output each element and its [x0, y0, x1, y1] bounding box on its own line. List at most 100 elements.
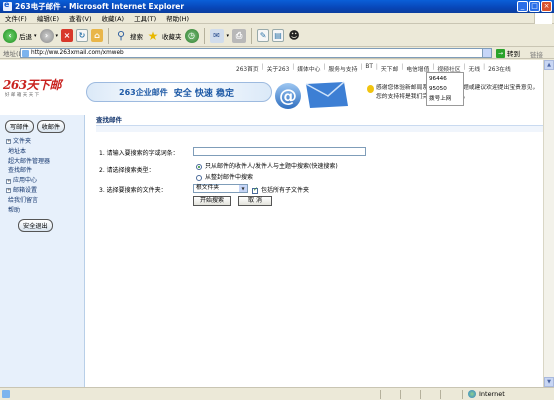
menu-favorites[interactable]: 收藏(A): [97, 13, 130, 23]
home-button[interactable]: ⌂: [91, 29, 104, 42]
sidebar-item-help[interactable]: 帮助: [6, 206, 84, 216]
include-subfolders-label: 包括所有子文件夹: [261, 187, 310, 194]
option-quick-search[interactable]: 只从邮件的收件人/发件人与主题中搜索(快速搜索): [196, 161, 338, 170]
compose-button[interactable]: 写邮件: [5, 120, 34, 133]
option-full-search-label: 从整封邮件中搜索: [205, 174, 254, 181]
popup-item[interactable]: 96446: [429, 74, 461, 84]
expand-icon[interactable]: +: [6, 188, 11, 194]
scroll-up-icon[interactable]: ▲: [544, 60, 554, 70]
forward-button[interactable]: › ▾: [39, 28, 59, 43]
back-dropdown-icon[interactable]: ▾: [34, 33, 37, 39]
minimize-button[interactable]: _: [517, 1, 528, 12]
toolbar-separator: [203, 27, 205, 44]
window-titlebar: 263电子邮件 - Microsoft Internet Explorer _ …: [0, 0, 554, 13]
sidebar-item-folders[interactable]: + 文件夹: [6, 137, 84, 147]
address-dropdown-icon[interactable]: [482, 49, 491, 57]
include-subfolders[interactable]: 包括所有子文件夹: [252, 185, 309, 194]
refresh-button[interactable]: ↻: [76, 29, 89, 42]
toplink-about[interactable]: 关于263: [267, 64, 290, 73]
toplink-online[interactable]: 263在线: [488, 64, 511, 73]
toplink-bt[interactable]: BT: [365, 64, 373, 73]
divider: |: [323, 64, 326, 70]
sidebar-item-apps[interactable]: + 应用中心: [6, 176, 84, 186]
favorites-button[interactable]: ★ 收藏夹: [146, 29, 182, 43]
print-button[interactable]: ⎙: [232, 28, 247, 43]
vertical-scrollbar[interactable]: ▲ ▼: [543, 60, 554, 387]
back-button[interactable]: ‹ 后退 ▾: [3, 28, 37, 43]
edit-button[interactable]: ✎: [257, 29, 270, 42]
popup-item[interactable]: 拨号上网: [429, 94, 461, 104]
lightbulb-icon: [367, 85, 374, 93]
toplink-support[interactable]: 服务与支持: [328, 64, 357, 73]
divider: |: [375, 64, 378, 70]
folder-select[interactable]: 根文件夹 ▼: [193, 184, 248, 193]
telecom-popup-menu: 96446 95050 拨号上网: [426, 72, 464, 106]
window-controls: _ □ ×: [517, 1, 552, 12]
radio-quick-search[interactable]: [196, 163, 202, 170]
forward-arrow-icon: ›: [39, 28, 54, 43]
scroll-down-icon[interactable]: ▼: [544, 377, 554, 387]
search-label: 搜索: [130, 32, 144, 41]
popup-item[interactable]: 95050: [429, 84, 461, 94]
toolbar-separator: [108, 27, 110, 44]
discuss-button[interactable]: ▤: [272, 29, 285, 42]
address-url: http://ww.263xmail.com/xmweb: [31, 50, 124, 56]
start-search-button[interactable]: 开始搜索: [193, 196, 231, 206]
history-button[interactable]: ◷: [184, 28, 199, 43]
links-button[interactable]: 链接: [530, 49, 543, 59]
logo[interactable]: 263天下邮 好 邮 箱 天 天 下: [3, 76, 77, 100]
mail-button[interactable]: ✉: [209, 28, 224, 43]
sidebar-item-label: 邮箱设置: [13, 186, 38, 194]
maximize-button[interactable]: □: [529, 1, 540, 12]
folder-label: 3. 选择要搜索的文件夹：: [99, 187, 167, 194]
product-name: 263企业邮件: [119, 87, 168, 97]
go-button[interactable]: → 转到: [496, 48, 520, 58]
sidebar-item-label: 查找邮件: [8, 167, 33, 175]
qq-icon[interactable]: ☻: [287, 29, 301, 43]
keyword-input[interactable]: [193, 147, 366, 156]
include-subfolders-checkbox[interactable]: [252, 186, 258, 194]
zone-label: Internet: [479, 390, 505, 398]
menu-edit[interactable]: 编辑(E): [32, 13, 64, 23]
slogan: 安全 快速 稳定: [173, 88, 234, 99]
sidebar-item-label: 给我们留言: [8, 196, 39, 204]
sidebar-item-addressbook[interactable]: 地址本: [6, 147, 84, 157]
sidebar-item-label: 应用中心: [13, 177, 38, 185]
option-quick-search-label: 只从邮件的收件人/发件人与主题中搜索(快速搜索): [205, 163, 338, 170]
radio-full-search[interactable]: [196, 174, 202, 181]
menu-view[interactable]: 查看(V): [64, 13, 97, 23]
toolbar-separator: [251, 27, 253, 44]
expand-icon[interactable]: +: [6, 178, 11, 184]
window-title: 263电子邮件 - Microsoft Internet Explorer: [15, 2, 185, 11]
toplink-media[interactable]: 媒体中心: [297, 64, 320, 73]
mail-dropdown-icon[interactable]: ▾: [227, 33, 230, 39]
heading-band: [96, 126, 543, 132]
sidebar-item-feedback[interactable]: 给我们留言: [6, 196, 84, 206]
search-button[interactable]: ⚲ 搜索: [114, 29, 143, 43]
folder-select-value: 根文件夹: [196, 185, 220, 191]
expand-icon[interactable]: +: [6, 139, 11, 145]
menu-tools[interactable]: 工具(T): [129, 13, 161, 23]
sidebar-item-search[interactable]: 查找邮件: [6, 166, 84, 176]
forward-dropdown-icon[interactable]: ▾: [56, 33, 59, 39]
go-arrow-icon: →: [496, 48, 505, 58]
stop-button[interactable]: ×: [61, 29, 74, 42]
close-button[interactable]: ×: [541, 1, 552, 12]
menu-help[interactable]: 帮助(H): [161, 13, 194, 23]
chevron-down-icon[interactable]: ▼: [239, 185, 247, 192]
address-input[interactable]: http://ww.263xmail.com/xmweb: [20, 48, 492, 58]
toplink-home[interactable]: 263首页: [236, 64, 259, 73]
windows-logo-icon: [534, 13, 552, 24]
option-full-search[interactable]: 从整封邮件中搜索: [196, 172, 253, 181]
logout-button[interactable]: 安全退出: [18, 219, 53, 233]
globe-icon: [468, 390, 476, 398]
toplink-txy[interactable]: 天下邮: [381, 64, 398, 73]
sidebar-item-largemail[interactable]: 超大邮件管理器: [6, 157, 84, 167]
address-bar: 地址(D) http://ww.263xmail.com/xmweb → 转到 …: [0, 47, 554, 59]
page-status-icon: [2, 390, 10, 398]
toplink-wireless[interactable]: 无线: [469, 64, 481, 73]
menu-file[interactable]: 文件(F): [0, 13, 32, 23]
sidebar-item-settings[interactable]: + 邮箱设置: [6, 186, 84, 196]
cancel-button[interactable]: 取 消: [238, 196, 272, 206]
inbox-button[interactable]: 收邮件: [36, 120, 66, 133]
